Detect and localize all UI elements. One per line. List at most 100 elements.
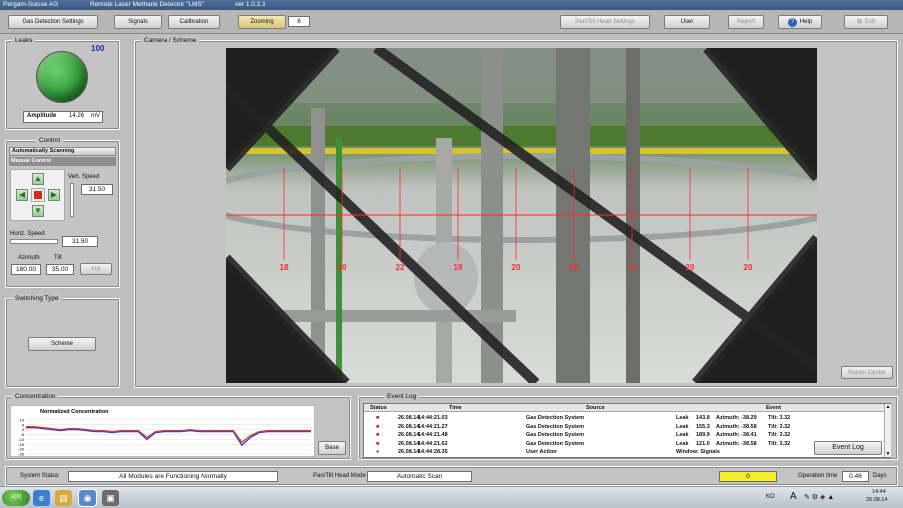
amplitude-unit: mV: [91, 113, 100, 119]
horiz-speed-slider[interactable]: [10, 239, 58, 244]
user-button[interactable]: User: [664, 15, 710, 29]
event-log-row[interactable]: ■ 26.08.14 14:44:21.48 Gas Detection System…: [366, 431, 886, 439]
app-icon[interactable]: ▣: [102, 490, 119, 506]
cell-time: 14:44:21.62: [418, 440, 448, 447]
fix-button[interactable]: FIX: [80, 263, 112, 275]
help-button[interactable]: ? Help: [778, 15, 822, 29]
cell-time: 14:44:28.35: [418, 449, 448, 456]
pan-tilt-mode-label: Pan/Tilt Head Mode: [313, 473, 366, 479]
company-name: Pergam-Suisse AG: [3, 1, 59, 8]
lms-app-icon[interactable]: ◉: [79, 490, 96, 506]
zooming-button[interactable]: Zooming: [238, 15, 286, 29]
cell-date: 26.08.14: [398, 432, 420, 439]
marker-label: 72: [628, 263, 637, 272]
cell-event: Leak: [676, 423, 689, 430]
app-title: Remote Laser Methane Detector "LMS": [90, 1, 205, 8]
vert-speed-slider[interactable]: [70, 183, 74, 217]
marker-label: 20: [512, 263, 521, 272]
concentration-panel: Concentration Normalized Concentration 1…: [5, 392, 351, 460]
folder-icon[interactable]: ▤: [55, 490, 72, 506]
taskbar: 시작 e ▤ ◉ ▣ KO A ✎ ⚙ ◈ ▲ 14:44 26.08.14: [0, 486, 903, 508]
counter-field: 0: [719, 471, 777, 482]
tilt-field[interactable]: 35.00: [46, 264, 74, 275]
tilt-label: Tilt: [54, 255, 62, 261]
column-event: Event: [766, 405, 781, 411]
return-center-label: Return Center: [848, 370, 886, 376]
signals-button[interactable]: Signals: [114, 15, 162, 29]
marker-label: 19: [454, 263, 463, 272]
system-status-field: All Modules are Functioning Normally: [68, 471, 278, 482]
scroll-down-icon[interactable]: ▼: [885, 451, 891, 457]
base-button[interactable]: Base: [318, 441, 346, 455]
auto-scanning-button[interactable]: Automatically Scanning: [9, 147, 116, 156]
marker-label: 18: [280, 263, 289, 272]
cell-event: Leak: [676, 415, 689, 421]
pan-left-arrow-icon[interactable]: ◀: [16, 189, 28, 201]
return-center-button[interactable]: Return Center: [841, 366, 893, 379]
pan-right-arrow-icon[interactable]: ▶: [48, 189, 60, 201]
cell-azimuth: Azimuth: -38.41: [716, 432, 757, 439]
switching-type-title: Switching Type: [12, 294, 62, 303]
event-log-row[interactable]: ■ 26.08.14 14:44:21.27 Gas Detection System…: [366, 423, 886, 431]
exit-button[interactable]: ⊠ Exit: [844, 15, 888, 29]
event-log-row[interactable]: ● 26.08.14 14:44:28.35 User Action Window: S…: [366, 448, 886, 456]
event-log-scrollbar[interactable]: ▲ ▼: [884, 404, 891, 457]
cell-date: 26.08.14: [398, 415, 420, 421]
event-log-header: Status Time Source Event: [364, 404, 884, 412]
tray-input-mode[interactable]: A: [790, 491, 797, 502]
exit-icon: ⊠: [856, 19, 862, 25]
event-log-button[interactable]: Event Log: [814, 441, 882, 455]
event-log-row[interactable]: ■ 26.08.14 14:44:21.03 Gas Detection System…: [366, 414, 886, 422]
operation-time-field: 0.46: [842, 471, 869, 482]
leaks-title: Leaks: [12, 36, 36, 45]
vert-speed-field[interactable]: 31.50: [81, 184, 113, 195]
marker-label: 20: [338, 263, 347, 272]
event-log-row[interactable]: ■ 26.08.14 14:44:21.62 Gas Detection System…: [366, 440, 886, 448]
scheme-button[interactable]: Scheme: [28, 337, 96, 351]
amplitude-box: Amplitude 14.26 mV: [23, 111, 103, 123]
cell-source: Gas Detection System: [526, 440, 585, 447]
cell-date: 26.08.14: [398, 423, 420, 430]
azimuth-field[interactable]: 180.00: [11, 264, 41, 275]
alarm-status-icon: ■: [376, 423, 380, 430]
tilt-up-arrow-icon[interactable]: ▲: [32, 173, 44, 185]
concentration-chart: Normalized Concentration 1050-5-10-15-20…: [10, 405, 315, 457]
column-time: Time: [449, 405, 462, 411]
alarm-status-icon: ■: [376, 432, 380, 439]
report-button[interactable]: Report: [728, 15, 764, 29]
zoom-value-field[interactable]: 6: [288, 16, 310, 27]
manual-control-tab[interactable]: Manual Control: [9, 157, 116, 166]
pan-tilt-head-settings-button[interactable]: Pan/Tilt Head Settings: [560, 15, 650, 29]
tray-language[interactable]: KO: [766, 494, 775, 500]
camera-view[interactable]: 18 20 22 19 20 60 72 20 20: [226, 48, 817, 383]
status-bar: System Status All Modules are Functionin…: [5, 466, 898, 486]
vert-speed-label: Vert. Speed: [68, 174, 100, 180]
cell-tilt: Tilt: 3.32: [768, 423, 791, 430]
amplitude-label: Amplitude: [27, 113, 57, 119]
cell-time: 14:44:21.27: [418, 423, 448, 430]
pan-tilt-mode-field: Automatic Scan: [367, 471, 472, 482]
leak-indicator: [36, 51, 88, 103]
cell-tilt: Tilt: 3.32: [768, 440, 791, 447]
chart-title: Normalized Concentration: [40, 409, 109, 415]
direction-pad: ▲ ◀ ▶ ▼: [10, 169, 65, 221]
start-button[interactable]: 시작: [2, 490, 30, 506]
days-label: Days: [873, 473, 887, 479]
event-log-table: Status Time Source Event ■ 26.08.14 14:44:…: [363, 403, 891, 458]
tilt-down-arrow-icon[interactable]: ▼: [32, 205, 44, 217]
title-bar: Pergam-Suisse AG Remote Laser Methane De…: [0, 0, 903, 10]
concentration-title: Concentration: [12, 392, 59, 401]
cell-value: 143.8: [696, 415, 710, 421]
exit-label: Exit: [865, 19, 876, 25]
gas-detection-settings-button[interactable]: Gas Detection Settings: [8, 15, 98, 29]
clock-time: 14:44: [872, 489, 886, 495]
control-panel: Control Automatically Scanning Manual Co…: [5, 136, 120, 288]
browser-icon[interactable]: e: [33, 490, 50, 506]
scroll-up-icon[interactable]: ▲: [885, 404, 891, 410]
calibration-button[interactable]: Calibration: [168, 15, 220, 29]
y-tick-label: -25: [18, 452, 25, 457]
pan-tilt-head-settings-label: Pan/Tilt Head Settings: [575, 19, 635, 25]
column-status: Status: [370, 405, 387, 411]
horiz-speed-field[interactable]: 31.50: [62, 236, 98, 247]
stop-button[interactable]: [31, 188, 45, 202]
